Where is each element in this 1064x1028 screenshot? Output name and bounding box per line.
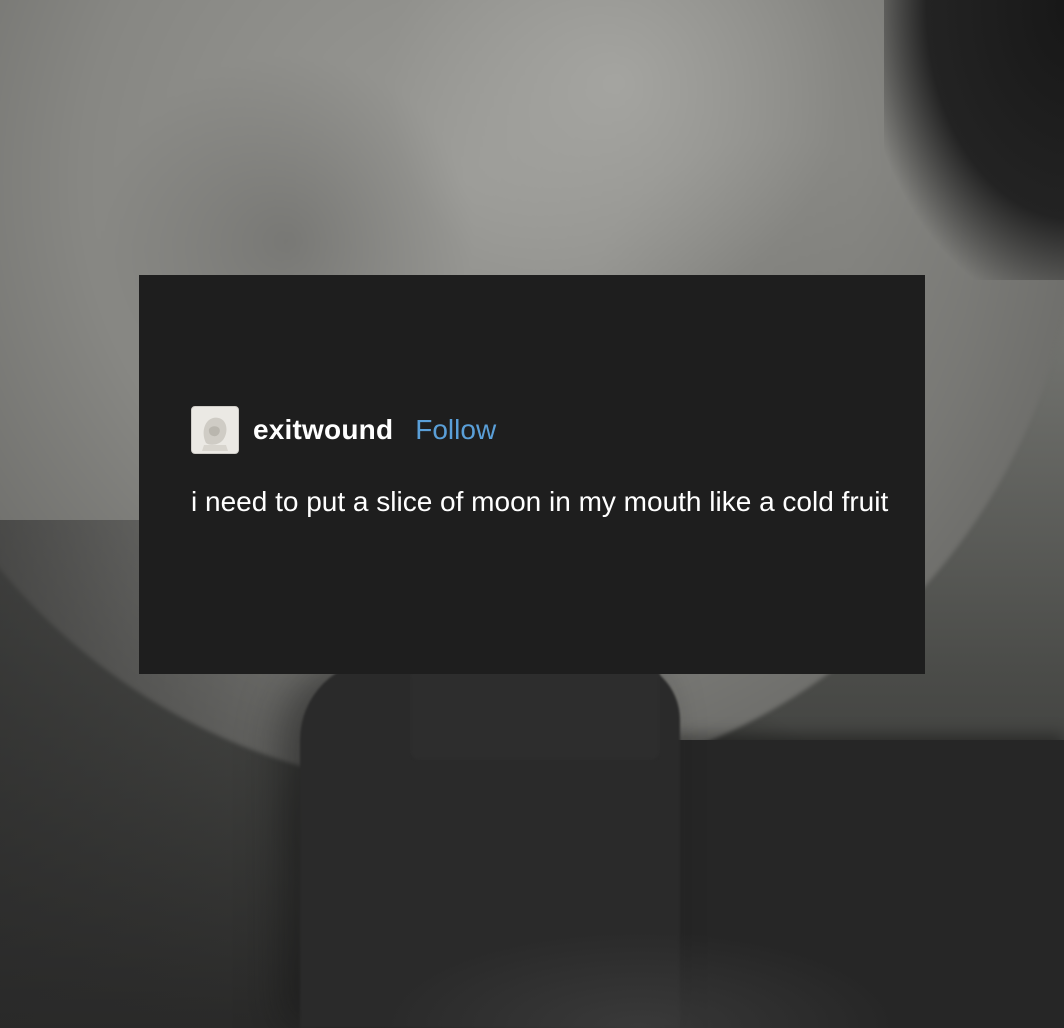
follow-button[interactable]: Follow [415, 414, 496, 446]
floor-glow [380, 930, 900, 1028]
background-photo: exitwound Follow i need to put a slice o… [0, 0, 1064, 1028]
post-card: exitwound Follow i need to put a slice o… [139, 275, 925, 674]
post-text: i need to put a slice of moon in my mout… [191, 486, 889, 517]
statue-avatar-icon [192, 407, 238, 453]
avatar[interactable] [191, 406, 239, 454]
dark-sky-corner [884, 0, 1064, 280]
username[interactable]: exitwound [253, 414, 393, 446]
post-header: exitwound Follow [191, 405, 496, 455]
